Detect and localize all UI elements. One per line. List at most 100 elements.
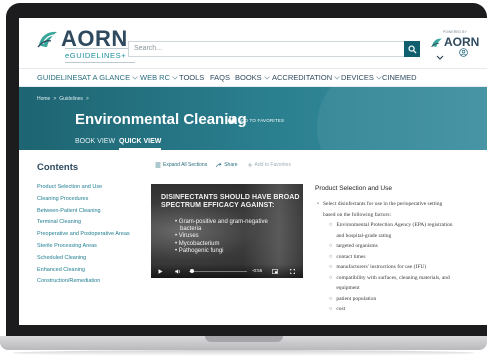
video-progress-handle[interactable]	[190, 269, 195, 273]
nav-label: DEVICES	[341, 73, 374, 82]
laptop-shadow	[12, 350, 475, 356]
browser-screen: AORN eGUIDELINES+ Search... POWERED BY A…	[19, 18, 487, 325]
toc-link[interactable]: Terminal Cleaning	[37, 217, 147, 229]
nav-tools[interactable]: TOOLS	[179, 73, 204, 82]
chevron-down-icon	[132, 75, 138, 80]
factor-text: manufacturers' instructions for use (IFU…	[336, 264, 427, 270]
toc-link[interactable]: Preoperative and Postoperative Areas	[37, 229, 147, 241]
search-button[interactable]	[404, 41, 420, 57]
toc-link[interactable]: Enhanced Cleaning	[37, 265, 147, 277]
fullscreen-icon[interactable]	[290, 269, 295, 274]
video-bullet: Viruses	[175, 233, 268, 240]
lead-line: based on the following factors:	[322, 211, 392, 218]
toc-link[interactable]: Cleaning Procedures	[37, 194, 147, 206]
expand-label: Expand All Sections	[163, 162, 208, 168]
sub-bullet: ○	[329, 253, 333, 260]
factor-item: ○ compatibility with surfaces, cleaning m…	[329, 273, 485, 284]
aorn-logo[interactable]: AORN eGUIDELINES+	[37, 26, 142, 63]
aorn-leaf-icon	[37, 31, 57, 48]
breadcrumb-guidelines[interactable]: Guidelines	[59, 96, 83, 102]
section-title: Product Selection and Use	[315, 185, 392, 192]
user-account-icon[interactable]	[459, 48, 468, 57]
nav-label: GUIDELINES	[37, 73, 83, 82]
nav-guidelines[interactable]: GUIDELINES	[37, 73, 82, 82]
nav-books[interactable]: BOOKS	[235, 73, 270, 82]
breadcrumb-home[interactable]: Home	[37, 96, 50, 102]
chevron-down-icon[interactable]	[436, 55, 444, 61]
chevron-down-icon	[172, 75, 178, 80]
factor-item: ○ targeted organisms	[329, 241, 485, 252]
video-bullet: Gram-positive and gram-negative	[175, 219, 268, 226]
powered-by-logo[interactable]: POWERED BY AORN	[431, 30, 481, 64]
logo-subtitle: eGUIDELINES+	[65, 48, 136, 63]
video-time-remaining: -0:55	[252, 268, 263, 273]
factor-item-continued: ○equipment	[329, 283, 485, 294]
search-input[interactable]: Search...	[128, 41, 405, 57]
nav-accreditation[interactable]: ACCREDITATION	[272, 73, 340, 82]
lead-line: Select disinfectants for use in the peri…	[322, 201, 443, 207]
section-lead-continued: • based on the following factors:	[317, 210, 485, 221]
video-progress-track[interactable]	[189, 271, 247, 272]
breadcrumb-separator: >	[85, 96, 89, 102]
toc-link[interactable]: Scheduled Cleaning	[37, 253, 147, 265]
bullet-dot: •	[317, 201, 319, 207]
tab-quick-view[interactable]: QUICK VIEW	[119, 138, 162, 150]
site-header: AORN eGUIDELINES+ Search... POWERED BY A…	[19, 18, 487, 68]
nav-web-rc[interactable]: WEB RC	[140, 73, 178, 82]
table-of-contents: Product Selection and Use Cleaning Proce…	[37, 182, 147, 288]
share-label: Share	[224, 162, 238, 168]
factor-item: ○ manufacturers' instructions for use (IF…	[329, 262, 485, 273]
search-placeholder: Search...	[134, 45, 163, 52]
chevron-down-icon	[263, 75, 270, 80]
factor-text: and hospital-grade rating	[336, 232, 392, 239]
expand-all-button[interactable]: Expand All Sections	[155, 162, 207, 168]
play-icon[interactable]	[158, 269, 163, 274]
factor-item: ○ cost	[329, 304, 485, 315]
toc-link[interactable]: Between-Patient Cleaning	[37, 206, 147, 218]
main-navigation: GUIDELINES AT A GLANCE WEB RC TOOLS FAQS…	[19, 68, 487, 87]
search-icon	[407, 44, 417, 54]
factor-list: ○ Environmental Protection Agency (EPA) r…	[317, 220, 485, 315]
video-player[interactable]: DISINFECTANTS SHOULD HAVE BROAD SPECTRUM…	[151, 184, 303, 278]
factor-text: cost	[336, 306, 346, 312]
nav-label: CINEMED	[382, 73, 417, 82]
video-bullet-list: Gram-positive and gram-negative bacteria…	[175, 219, 268, 255]
picture-in-picture-icon[interactable]	[272, 269, 278, 274]
factor-text: Environmental Protection Agency (EPA) re…	[336, 222, 453, 228]
nav-devices[interactable]: DEVICES	[341, 73, 382, 82]
nav-faqs[interactable]: FAQS	[210, 73, 230, 82]
laptop-notch	[205, 336, 283, 342]
plus-circle-icon: +	[228, 117, 235, 124]
factor-text: patient population	[336, 295, 377, 302]
nav-label: TOOLS	[179, 73, 205, 82]
factor-item-continued: ○and hospital-grade rating	[329, 231, 485, 242]
tab-book-view[interactable]: BOOK VIEW	[75, 138, 115, 145]
banner-decoration	[317, 87, 487, 150]
section-body: • Select disinfectants for use in the pe…	[317, 199, 485, 315]
expand-icon	[155, 162, 161, 168]
nav-at-a-glance[interactable]: AT A GLANCE	[82, 73, 138, 82]
share-icon	[216, 162, 222, 168]
nav-label: BOOKS	[235, 73, 262, 82]
laptop-mockup: AORN eGUIDELINES+ Search... POWERED BY A…	[0, 0, 487, 360]
breadcrumb-separator: >	[53, 96, 57, 102]
page-title: Environmental Cleaning	[75, 111, 247, 128]
toc-link[interactable]: Product Selection and Use	[37, 182, 147, 194]
favorites-label: Add to Favorites	[254, 162, 291, 168]
breadcrumb: Home > Guidelines >	[37, 96, 89, 102]
plus-icon	[247, 162, 252, 168]
video-bullet-continued: bacteria	[180, 226, 202, 233]
add-to-favorites-button[interactable]: + ADD TO FAVORITES	[228, 117, 284, 124]
volume-icon[interactable]	[175, 269, 181, 274]
nav-label: WEB RC	[140, 73, 170, 82]
share-button[interactable]: Share	[216, 162, 238, 168]
add-to-favorites-link[interactable]: Add to Favorites	[247, 162, 291, 168]
factor-text: targeted organisms	[336, 243, 378, 249]
nav-label: AT A GLANCE	[82, 73, 131, 82]
video-bullet: Pathogenic fungi	[175, 248, 268, 255]
toc-link[interactable]: Sterile Processing Areas	[37, 241, 147, 253]
nav-cinemed[interactable]: CINEMED	[382, 73, 417, 82]
contents-heading: Contents	[37, 162, 79, 173]
toc-link[interactable]: Construction/Remediation	[37, 276, 147, 288]
nav-label: ACCREDITATION	[272, 73, 333, 82]
